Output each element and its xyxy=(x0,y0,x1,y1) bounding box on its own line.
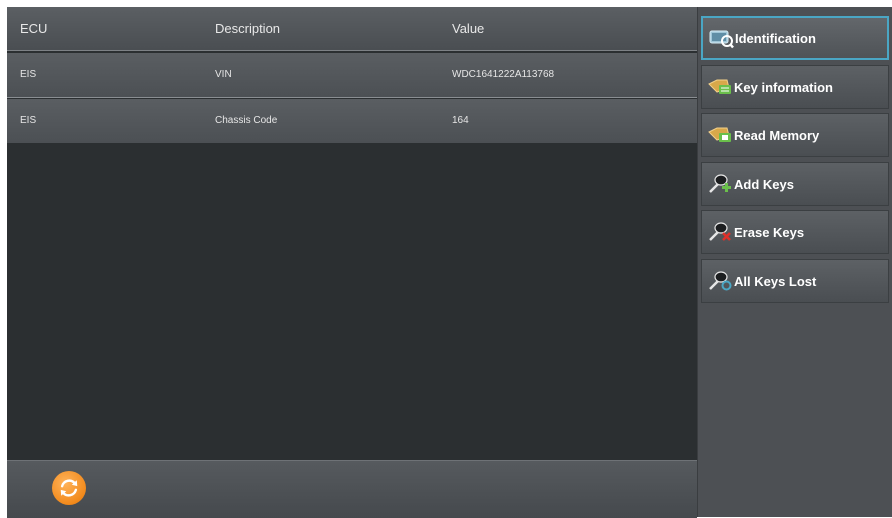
read-memory-button[interactable]: Read Memory xyxy=(701,113,889,157)
cell-value: 164 xyxy=(452,115,469,126)
cell-value: WDC1641222A113768 xyxy=(452,69,555,80)
cell-description: VIN xyxy=(215,69,232,80)
function-menu: Identification Key information Read Memo… xyxy=(697,7,892,517)
cell-ecu: EIS xyxy=(20,69,37,80)
column-header-value[interactable]: Value xyxy=(452,21,484,36)
read-memory-icon xyxy=(707,124,733,146)
add-keys-button[interactable]: Add Keys xyxy=(701,162,889,206)
table-row[interactable]: EIS Chassis Code 164 xyxy=(7,99,697,143)
column-header-ecu[interactable]: ECU xyxy=(20,21,47,36)
identification-icon xyxy=(708,27,734,49)
identification-button[interactable]: Identification xyxy=(701,16,889,60)
refresh-button[interactable] xyxy=(52,471,86,505)
bottom-toolbar xyxy=(7,460,697,518)
erase-keys-button[interactable]: Erase Keys xyxy=(701,210,889,254)
identification-label: Identification xyxy=(735,30,816,46)
key-information-icon xyxy=(707,76,733,98)
table-header: ECU Description Value xyxy=(7,7,697,51)
refresh-icon xyxy=(60,479,78,497)
table-row[interactable]: EIS VIN WDC1641222A113768 xyxy=(7,53,697,98)
cell-description: Chassis Code xyxy=(215,115,278,126)
key-information-button[interactable]: Key information xyxy=(701,65,889,109)
all-keys-lost-icon xyxy=(707,270,733,292)
erase-key-icon xyxy=(707,221,733,243)
all-keys-lost-button[interactable]: All Keys Lost xyxy=(701,259,889,303)
column-header-description[interactable]: Description xyxy=(215,21,280,36)
erase-keys-label: Erase Keys xyxy=(734,224,805,240)
read-memory-label: Read Memory xyxy=(734,127,820,143)
add-keys-label: Add Keys xyxy=(734,176,794,192)
app-screen: ECU Description Value EIS VIN WDC1641222… xyxy=(7,7,892,518)
results-panel: ECU Description Value EIS VIN WDC1641222… xyxy=(7,7,697,518)
cell-ecu: EIS xyxy=(20,115,37,126)
add-key-icon xyxy=(707,173,733,195)
key-information-label: Key information xyxy=(734,79,833,95)
all-keys-lost-label: All Keys Lost xyxy=(734,273,817,289)
